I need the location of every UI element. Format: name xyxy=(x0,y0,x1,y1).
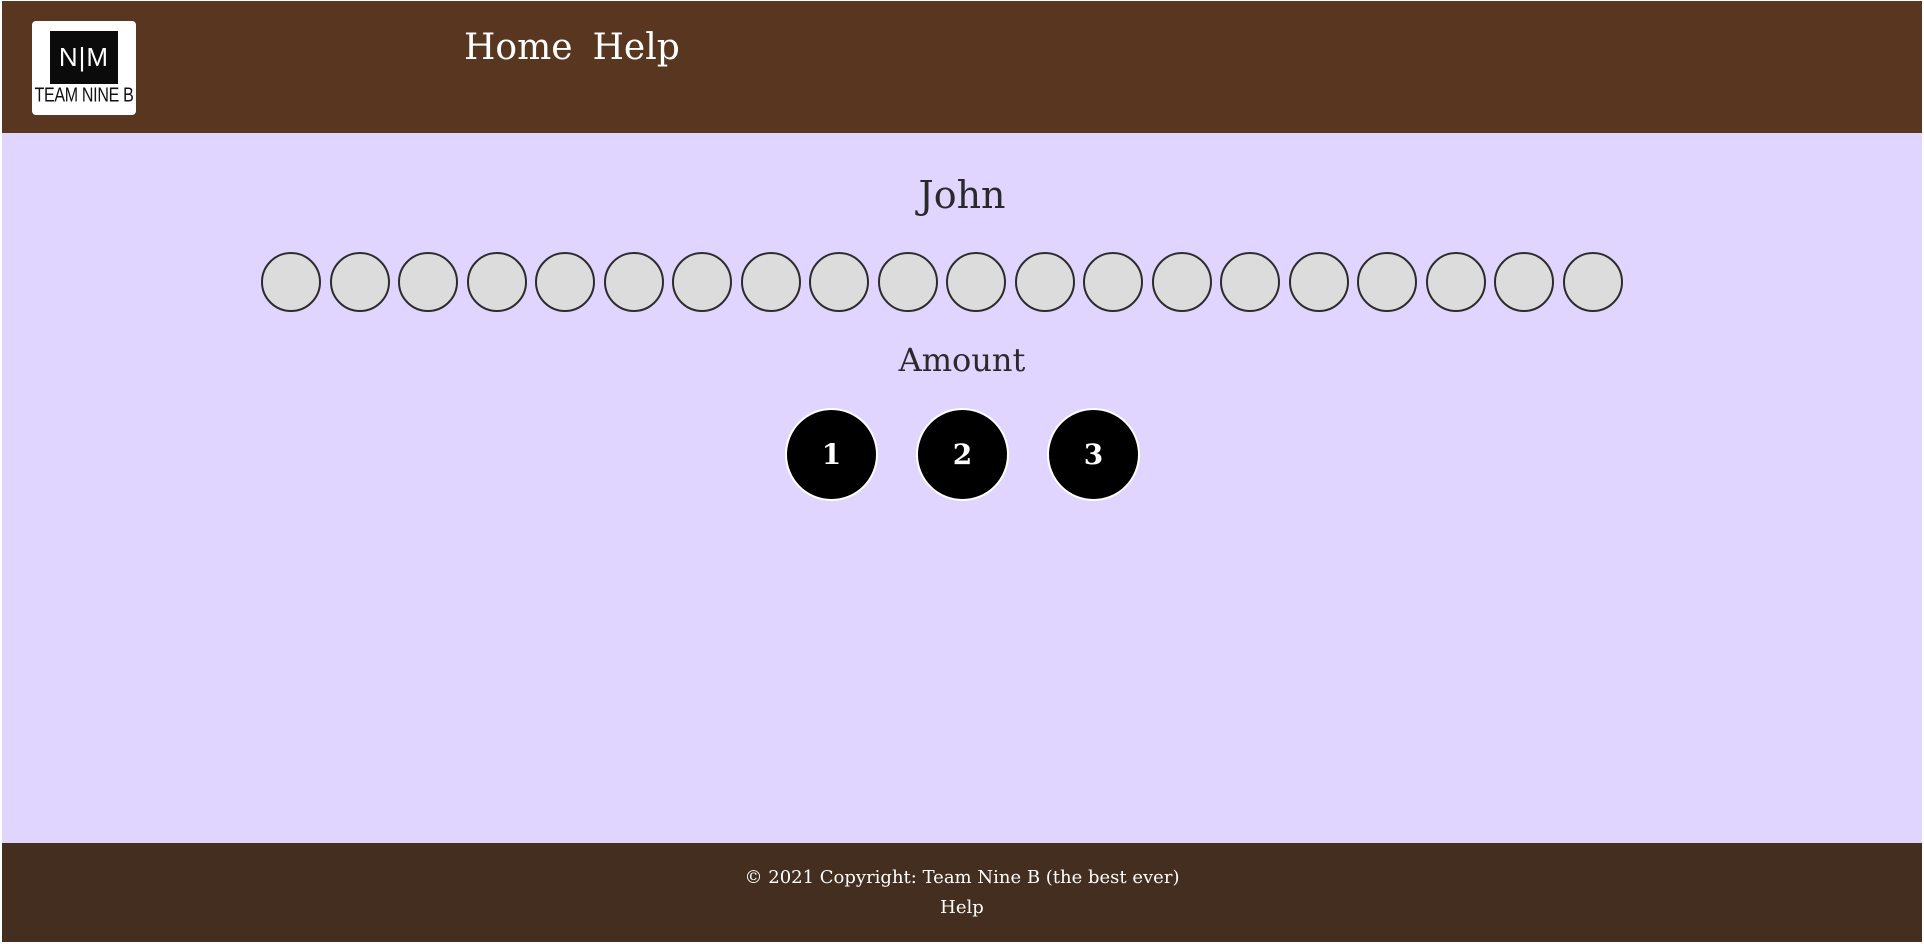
stone[interactable] xyxy=(261,252,321,312)
amount-button-3[interactable]: 3 xyxy=(1047,408,1140,501)
stone[interactable] xyxy=(329,252,390,312)
footer: © 2021 Copyright: Team Nine B (the best … xyxy=(2,843,1922,942)
stone[interactable] xyxy=(672,252,732,312)
stone[interactable] xyxy=(1083,252,1143,312)
stone[interactable] xyxy=(1014,252,1075,312)
copyright-text: © 2021 Copyright: Team Nine B (the best … xyxy=(744,867,1180,888)
footer-help-link[interactable]: Help xyxy=(2,897,1922,918)
amount-button-2[interactable]: 2 xyxy=(916,408,1009,501)
stone[interactable] xyxy=(603,252,664,312)
stone[interactable] xyxy=(1562,252,1623,312)
top-navbar: N|M TEAM NINE B Home Help xyxy=(2,1,1922,133)
amount-button-1[interactable]: 1 xyxy=(785,408,878,501)
stone[interactable] xyxy=(398,252,458,312)
stone[interactable] xyxy=(535,252,595,312)
nav-home-link[interactable]: Home xyxy=(464,27,573,68)
main-nav: Home Help xyxy=(464,21,680,73)
stone-row xyxy=(261,252,1623,312)
page: N|M TEAM NINE B Home Help John Amount 1 … xyxy=(0,0,1924,944)
stone[interactable] xyxy=(1220,252,1280,312)
game-area: John Amount 1 2 3 xyxy=(2,133,1922,843)
stone[interactable] xyxy=(1494,252,1554,312)
nav-help-link[interactable]: Help xyxy=(593,27,680,68)
stone[interactable] xyxy=(809,252,869,312)
logo-text: TEAM NINE B xyxy=(34,85,134,107)
amount-buttons: 1 2 3 xyxy=(785,408,1140,501)
logo-mark: N|M xyxy=(50,31,118,84)
stone[interactable] xyxy=(1151,252,1212,312)
stone[interactable] xyxy=(1425,252,1486,312)
stone[interactable] xyxy=(1357,252,1417,312)
stone[interactable] xyxy=(466,252,527,312)
stone[interactable] xyxy=(740,252,801,312)
stone[interactable] xyxy=(1288,252,1349,312)
stone[interactable] xyxy=(877,252,938,312)
current-player-name: John xyxy=(918,173,1006,217)
amount-label: Amount xyxy=(898,341,1026,379)
stone[interactable] xyxy=(946,252,1006,312)
logo-home-link[interactable]: N|M TEAM NINE B xyxy=(32,21,136,115)
